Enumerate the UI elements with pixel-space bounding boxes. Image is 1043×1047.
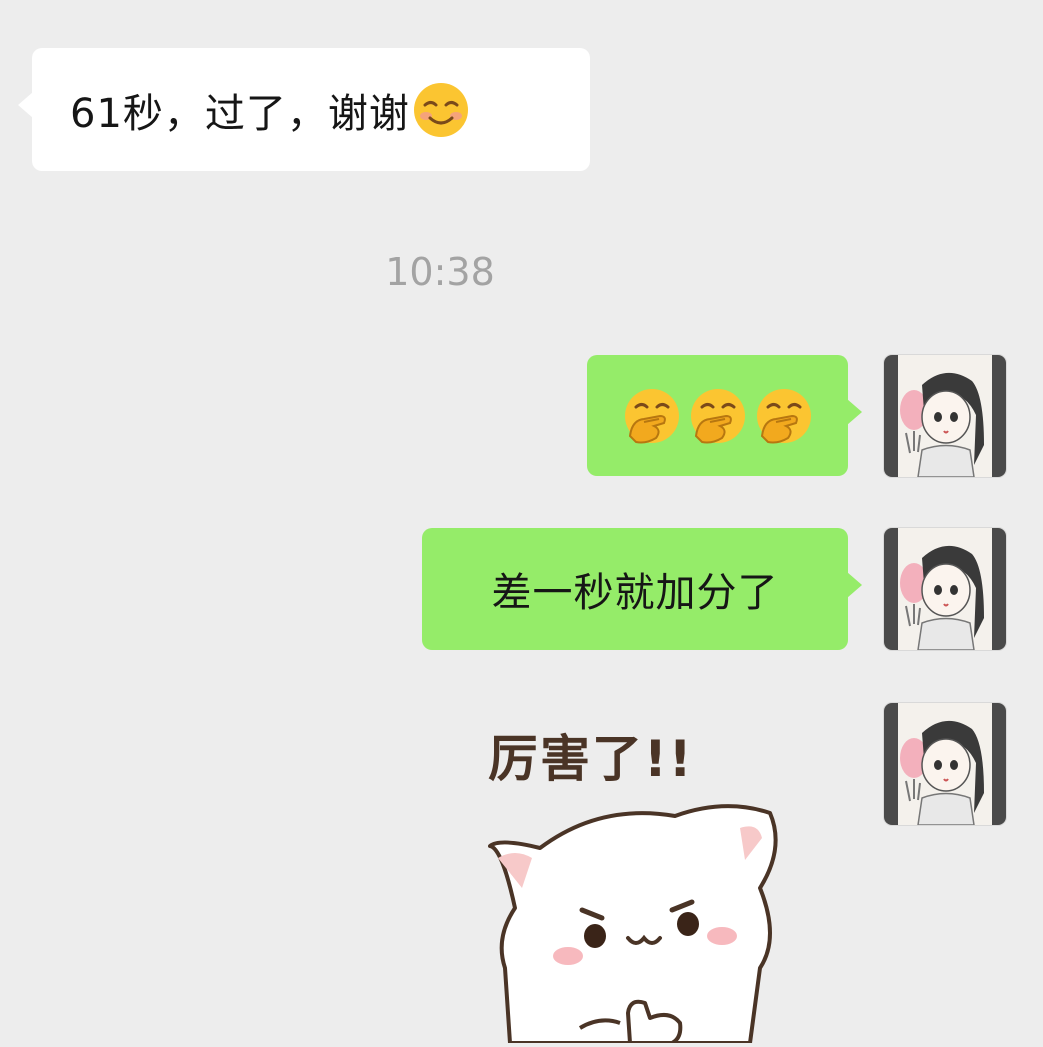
- bubble-tail: [18, 92, 33, 118]
- bubble-tail: [847, 572, 862, 598]
- hand-over-mouth-face-icon: [756, 388, 811, 443]
- message-text: 61秒，过了，谢谢: [70, 90, 410, 137]
- sent-message-bubble[interactable]: 差一秒就加分了: [422, 528, 862, 650]
- smiling-face-with-blush-icon: [413, 82, 468, 137]
- sent-message-bubble[interactable]: [587, 355, 862, 476]
- user-avatar[interactable]: [884, 528, 1006, 650]
- message-timestamp: 10:38: [385, 250, 495, 294]
- user-avatar[interactable]: [884, 703, 1006, 825]
- bubble-tail: [847, 399, 862, 425]
- hand-over-mouth-face-icon: [690, 388, 745, 443]
- sticker-caption: 厉害了!!: [488, 730, 694, 788]
- received-message-bubble[interactable]: 61秒，过了，谢谢: [18, 48, 590, 171]
- user-avatar[interactable]: [884, 355, 1006, 477]
- white-cat-thumbs-up-sticker[interactable]: 厉害了!!: [440, 698, 830, 1045]
- hand-over-mouth-face-icon: [624, 388, 679, 443]
- message-text: 差一秒就加分了: [491, 570, 779, 616]
